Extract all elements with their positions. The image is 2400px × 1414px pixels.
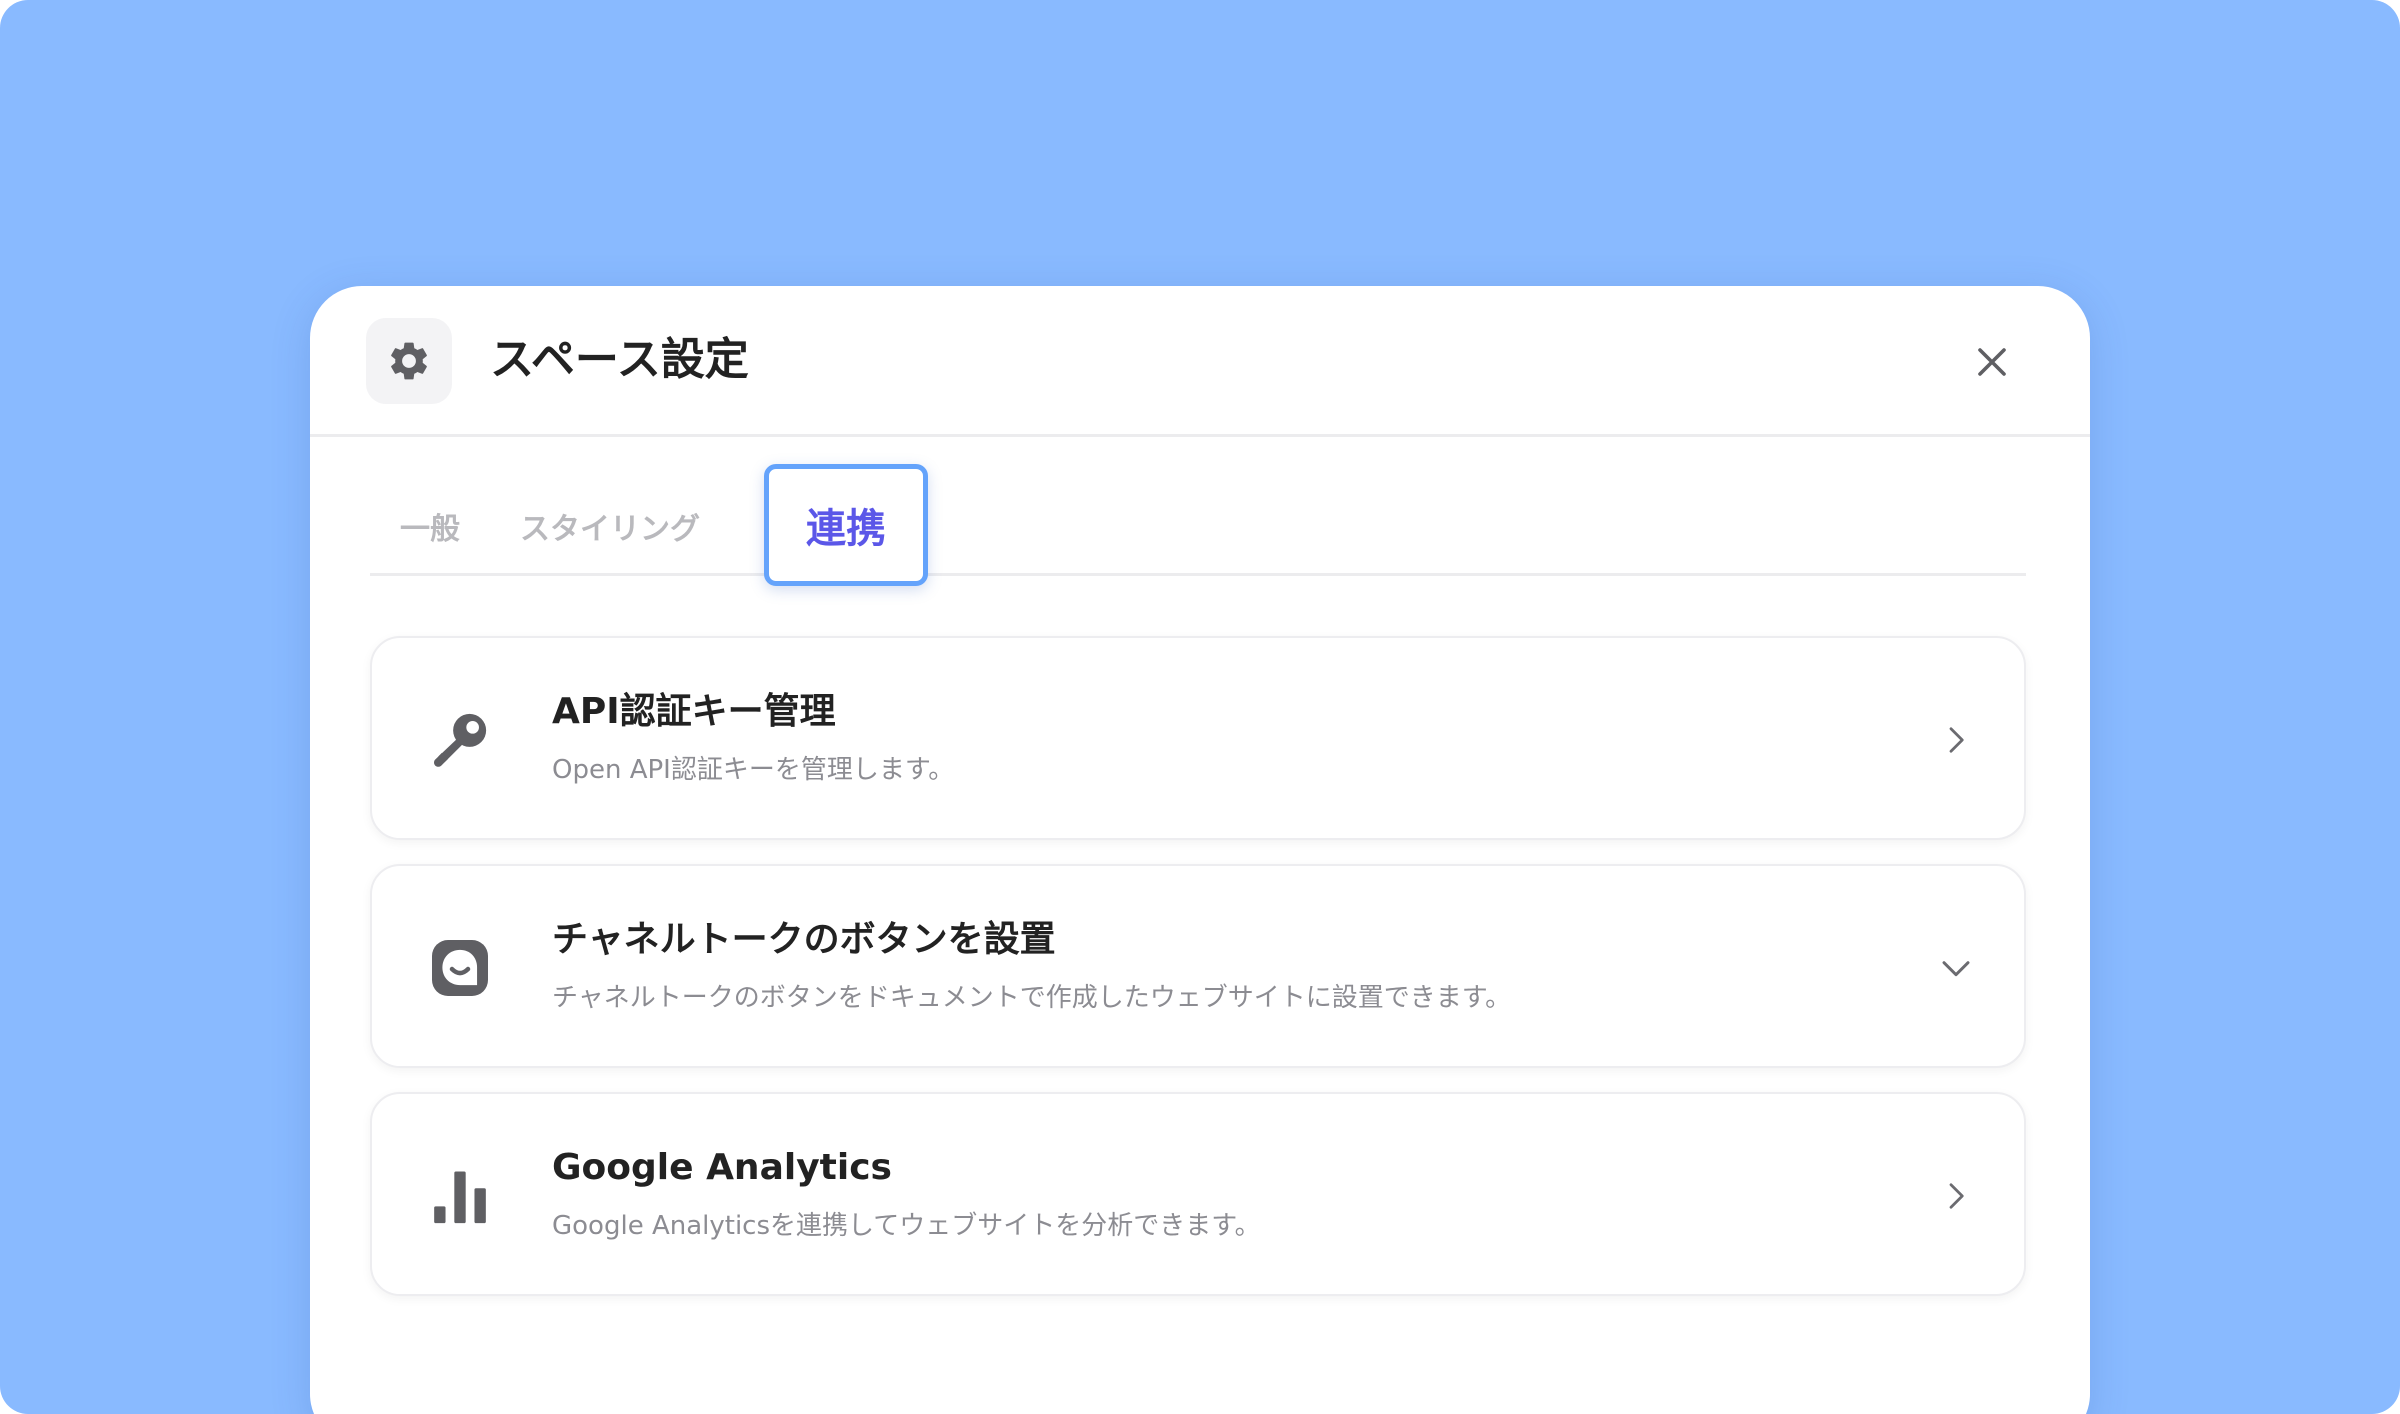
gear-icon <box>391 342 427 380</box>
chevron-button[interactable] <box>1932 944 1980 992</box>
close-button[interactable] <box>1966 336 2018 388</box>
bar-chart-icon <box>434 1171 486 1224</box>
channel-talk-button-card[interactable]: チャネルトークのボタンを設置 チャネルトークのボタンをドキュメントで作成したウェ… <box>370 864 2026 1068</box>
chevron-button[interactable] <box>1932 716 1980 764</box>
tab-styling[interactable]: スタイリング <box>500 476 720 576</box>
card-description: チャネルトークのボタンをドキュメントで作成したウェブサイトに設置できます。 <box>552 983 1512 1013</box>
card-description: Google Analyticsを連携してウェブサイトを分析できます。 <box>552 1211 1261 1241</box>
tab-general[interactable]: 一般 <box>370 476 490 576</box>
card-description: Open API認証キーを管理します。 <box>552 755 955 785</box>
chevron-right-icon <box>1949 727 1964 753</box>
card-icon-box <box>424 932 496 1004</box>
google-analytics-card[interactable]: Google Analytics Google Analyticsを連携してウェ… <box>370 1092 2026 1296</box>
channel-talk-icon <box>432 940 488 996</box>
modal-title: スペース設定 <box>490 334 749 385</box>
card-icon-box <box>424 1160 496 1232</box>
card-title: チャネルトークのボタンを設置 <box>552 919 1056 960</box>
chevron-down-icon <box>1942 961 1970 977</box>
settings-tabs: 一般 スタイリング 連携 <box>370 464 2026 586</box>
modal-header: スペース設定 <box>310 286 2090 437</box>
close-icon <box>1978 348 2006 376</box>
api-key-management-card[interactable]: API認証キー管理 Open API認証キーを管理します。 <box>370 636 2026 840</box>
desktop-background: スペース設定 一般 スタイリング 連携 API認証キー管理 Open API認証… <box>0 0 2400 1414</box>
space-settings-modal: スペース設定 一般 スタイリング 連携 API認証キー管理 Open API認証… <box>310 286 2090 1414</box>
chevron-button[interactable] <box>1932 1172 1980 1220</box>
chevron-right-icon <box>1949 1183 1964 1209</box>
card-icon-box <box>424 704 496 776</box>
card-title: Google Analytics <box>552 1147 892 1188</box>
settings-icon-box <box>366 318 452 404</box>
tab-integration[interactable]: 連携 <box>764 464 928 586</box>
card-title: API認証キー管理 <box>552 691 836 732</box>
key-icon <box>434 713 487 767</box>
